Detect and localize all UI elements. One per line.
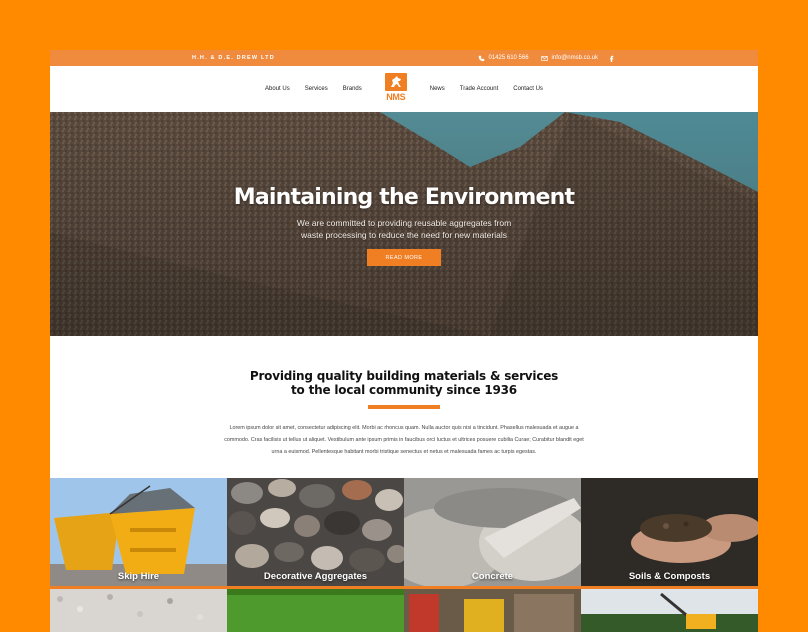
service-label: Soils & Composts [628,571,711,582]
email-address: info@nmsb.co.uk [551,55,598,61]
nav-contact-us[interactable]: Contact Us [513,86,543,92]
service-tile-decorative-aggregates[interactable]: Decorative Aggregates [227,478,404,589]
facebook-icon[interactable] [608,55,615,62]
intro-body: Lorem ipsum dolor sit amet, consectetur … [224,425,584,455]
service-tile-tools[interactable] [404,589,581,632]
nav-news[interactable]: News [430,86,445,92]
intro-heading-line1: Providing quality building materials & s… [249,369,559,383]
heading-underline [368,405,440,409]
phone-link[interactable]: 01425 610 566 [478,55,529,62]
intro-section: Providing quality building materials & s… [50,336,758,478]
nms-logo[interactable]: NMS [384,73,407,105]
hero-content: Maintaining the Environment We are commi… [50,112,758,336]
nav-services[interactable]: Services [305,86,328,92]
service-tile-turf[interactable] [227,589,404,632]
nav-about-us[interactable]: About Us [265,86,290,92]
grass-image [227,589,404,632]
phone-icon [478,55,484,61]
read-more-button[interactable]: READ MORE [367,249,441,266]
services-grid: Skip Hire Decorative Aggregates Concrete… [50,478,758,589]
hero-text: We are committed to providing reusable a… [296,218,512,240]
hero-title: Maintaining the Environment [233,185,575,210]
horse-icon [384,73,407,91]
email-link[interactable]: info@nmsb.co.uk [540,55,598,62]
intro-heading-line2: to the local community since 1936 [291,383,517,397]
service-tile-gravel[interactable] [50,589,227,632]
website-frame: H.H. & D.E. DREW LTD 01425 610 566 info@… [50,50,758,632]
service-label: Concrete [471,571,514,582]
service-label: Skip Hire [117,571,160,582]
nav-brands[interactable]: Brands [343,86,362,92]
nav-trade-account[interactable]: Trade Account [460,86,498,92]
nav-left: About Us Services Brands [265,86,362,92]
tools-shop-image [404,589,581,632]
services-grid-row2 [50,589,758,632]
contact-info: 01425 610 566 info@nmsb.co.uk [478,55,616,62]
service-tile-plant-hire[interactable] [581,589,758,632]
phone-number: 01425 610 566 [488,55,529,61]
top-bar: H.H. & D.E. DREW LTD 01425 610 566 info@… [50,50,758,66]
service-label: Decorative Aggregates [263,571,368,582]
nav-right: News Trade Account Contact Us [430,86,543,92]
excavator-image [581,589,758,632]
envelope-icon [540,55,548,61]
service-tile-concrete[interactable]: Concrete [404,478,581,589]
intro-heading: Providing quality building materials & s… [50,369,758,397]
logo-text: NMS [386,92,406,102]
company-name: H.H. & D.E. DREW LTD [192,55,275,61]
main-navigation: About Us Services Brands NMS News Trade … [50,66,758,112]
service-tile-soils-composts[interactable]: Soils & Composts [581,478,758,589]
hero-banner: Maintaining the Environment We are commi… [50,112,758,336]
service-tile-skip-hire[interactable]: Skip Hire [50,478,227,589]
gravel-image [50,589,227,632]
